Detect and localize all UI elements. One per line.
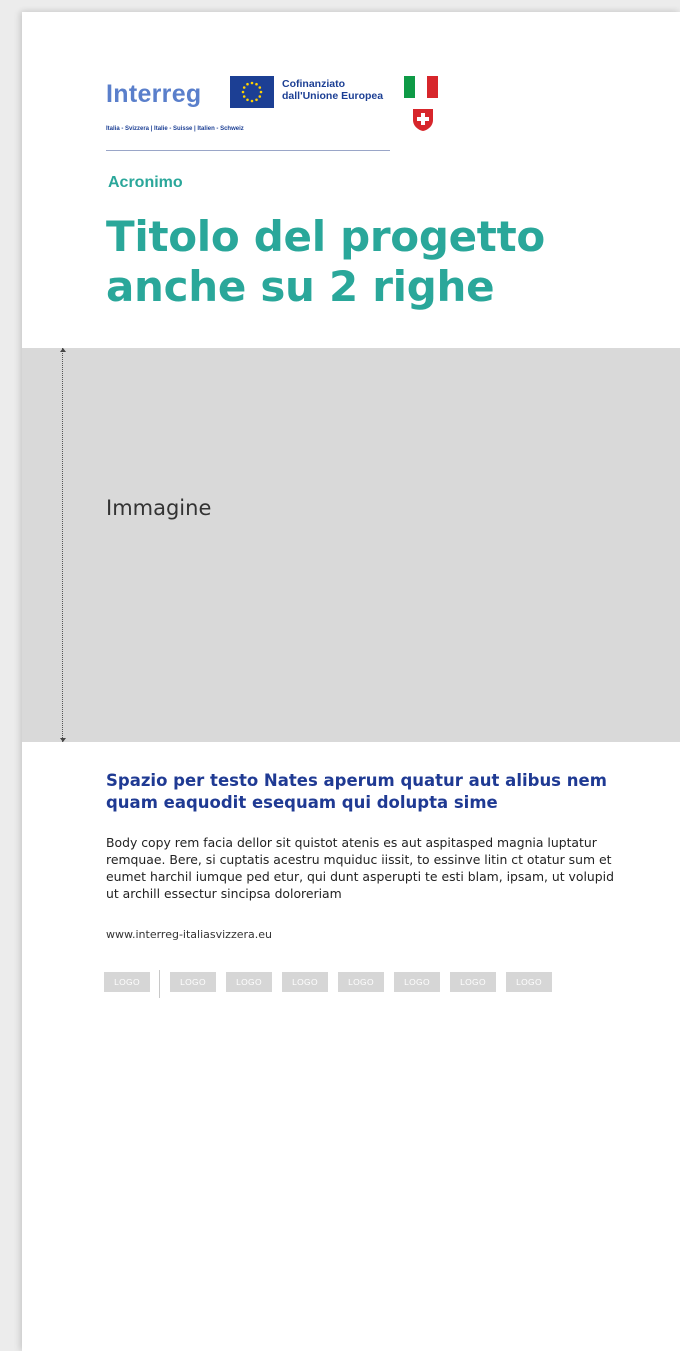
poster-page: Interreg Cofinanziato dall'Unione Europe…: [22, 12, 680, 1351]
partner-logo: LOGO: [226, 972, 272, 992]
cofinance-line-2: dall'Unione Europea: [282, 90, 384, 102]
website-link[interactable]: www.interreg-italiasvizzera.eu: [106, 928, 272, 941]
cofinance-text: Cofinanziato dall'Unione Europea: [282, 78, 383, 102]
switzerland-shield-icon: [412, 108, 434, 132]
partner-logo: LOGO: [170, 972, 216, 992]
partner-logo: LOGO: [104, 972, 150, 992]
section-heading: Spazio per testo Nates aperum quatur aut…: [106, 771, 607, 812]
project-title: Titolo del progetto anche su 2 righe: [106, 212, 545, 311]
italy-flag-icon: [404, 76, 438, 98]
program-tagline: Italia - Svizzera | Italie - Suisse | It…: [106, 126, 244, 132]
partner-logo: LOGO: [450, 972, 496, 992]
height-guide-line: [60, 348, 66, 742]
logo-separator: [159, 970, 160, 998]
interreg-wordmark: Interreg: [106, 80, 202, 108]
image-placeholder: Immagine: [22, 348, 680, 742]
partner-logo: LOGO: [338, 972, 384, 992]
body-text: Body copy rem facia dellor sit quistot a…: [106, 835, 614, 901]
cofinance-line-1: Cofinanziato: [282, 78, 345, 90]
interreg-logo-block: Interreg Cofinanziato dall'Unione Europe…: [106, 74, 466, 174]
project-acronym: Acronimo: [108, 174, 183, 191]
partner-logo: LOGO: [394, 972, 440, 992]
partner-logo: LOGO: [282, 972, 328, 992]
eu-flag-icon: [230, 76, 274, 108]
image-placeholder-label: Immagine: [106, 496, 212, 520]
partner-logo: LOGO: [506, 972, 552, 992]
divider: [106, 150, 390, 151]
